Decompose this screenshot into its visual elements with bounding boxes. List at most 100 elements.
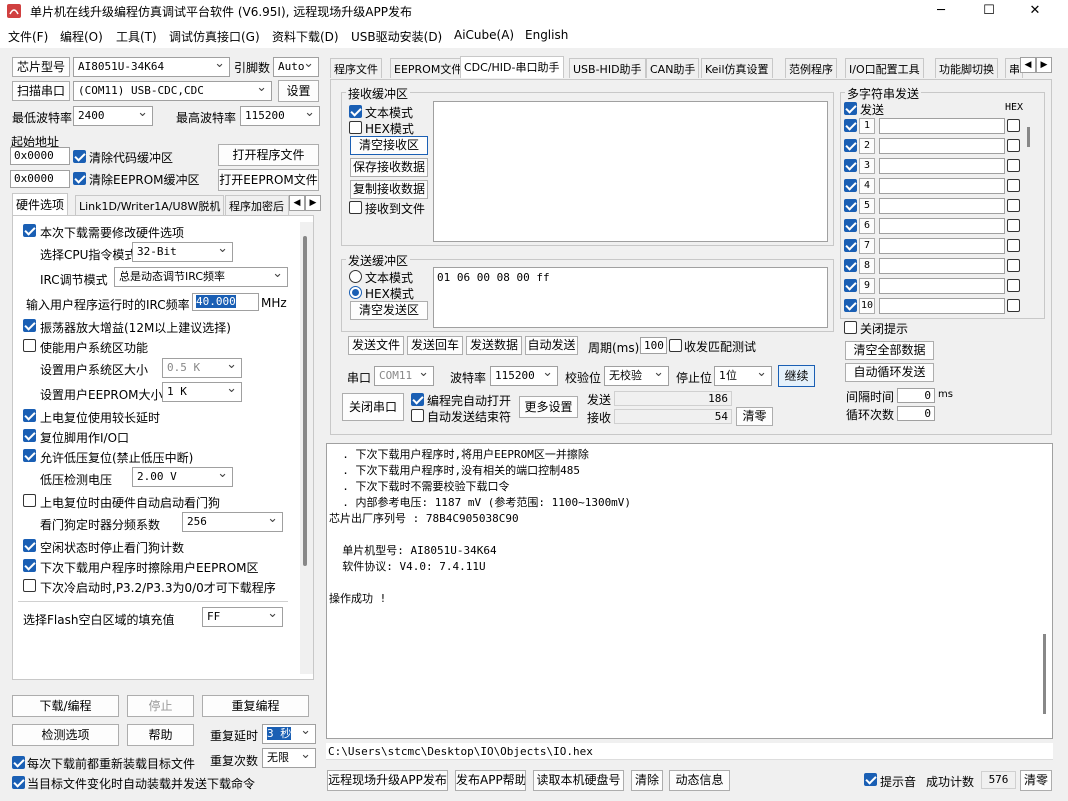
clear-recv-button[interactable]: 清空接收区 — [350, 136, 428, 155]
multi-row-send-button[interactable]: 10 — [859, 298, 875, 314]
clear-log-button[interactable]: 清除 — [631, 770, 663, 791]
minimize-button[interactable]: ─ — [918, 0, 964, 22]
parity-select[interactable]: 无校验 — [604, 366, 669, 386]
min-baud-select[interactable]: 2400 — [73, 106, 153, 126]
menu-usb[interactable]: USB驱动安装(D) — [351, 28, 442, 45]
match-test-checkbox[interactable] — [669, 339, 682, 352]
read-disk-button[interactable]: 读取本机硬盘号 — [533, 770, 624, 791]
opt-gain-checkbox[interactable] — [23, 319, 36, 332]
sys-size-select[interactable]: 0.5 K — [162, 358, 242, 378]
auto-reload-checkbox[interactable] — [12, 776, 25, 789]
close-button[interactable]: ✕ — [1012, 0, 1058, 22]
opt-erase-eeprom-checkbox[interactable] — [23, 559, 36, 572]
recv-to-file-checkbox[interactable] — [349, 201, 362, 214]
send-textarea[interactable]: 01 06 00 08 00 ff — [433, 267, 828, 328]
lvd-select[interactable]: 2.00 V — [132, 467, 233, 487]
multi-hex-checkbox[interactable] — [1007, 119, 1020, 132]
close-hint-checkbox[interactable] — [844, 321, 857, 334]
multi-string-input[interactable] — [879, 258, 1005, 274]
irc-freq-input[interactable]: 40.000 — [192, 293, 259, 311]
multi-hex-checkbox[interactable] — [1007, 199, 1020, 212]
multi-hex-checkbox[interactable] — [1007, 139, 1020, 152]
multi-row-send-button[interactable]: 1 — [859, 118, 875, 134]
auto-end-checkbox[interactable] — [411, 409, 424, 422]
multi-row-send-button[interactable]: 9 — [859, 278, 875, 294]
left-tab-prev-icon[interactable]: ◀ — [289, 195, 305, 211]
right-tab-prev-icon[interactable]: ◀ — [1020, 57, 1036, 73]
multi-row-send-button[interactable]: 8 — [859, 258, 875, 274]
multi-hex-checkbox[interactable] — [1007, 239, 1020, 252]
multi-send-checkbox[interactable] — [844, 139, 857, 152]
send-hex-mode-radio[interactable] — [349, 286, 362, 299]
send-data-button[interactable]: 发送数据 — [466, 336, 522, 355]
remote-publish-button[interactable]: 远程现场升级APP发布 — [327, 770, 448, 791]
interval-input[interactable]: 0 — [897, 388, 935, 403]
opt-resetio-checkbox[interactable] — [23, 429, 36, 442]
recv-textarea[interactable] — [433, 101, 828, 242]
beep-checkbox[interactable] — [864, 773, 877, 786]
left-tab-next-icon[interactable]: ▶ — [305, 195, 321, 211]
tab-hardware[interactable]: 硬件选项 — [12, 193, 69, 215]
tab-usb-hid[interactable]: USB-HID助手 — [569, 58, 646, 78]
opt-sysarea-checkbox[interactable] — [23, 339, 36, 352]
multi-row-send-button[interactable]: 6 — [859, 218, 875, 234]
tab-can[interactable]: CAN助手 — [646, 58, 700, 78]
multi-hex-checkbox[interactable] — [1007, 219, 1020, 232]
clear-success-button[interactable]: 清零 — [1020, 770, 1052, 791]
recv-text-mode-checkbox[interactable] — [349, 105, 362, 118]
log-scrollbar[interactable] — [1043, 634, 1046, 714]
tab-io-config[interactable]: I/O口配置工具 — [845, 58, 924, 78]
download-button[interactable]: 下载/编程 — [12, 695, 119, 717]
help-button[interactable]: 帮助 — [127, 724, 194, 746]
send-return-button[interactable]: 发送回车 — [407, 336, 463, 355]
opt-longdelay-checkbox[interactable] — [23, 409, 36, 422]
opt-coldboot-checkbox[interactable] — [23, 579, 36, 592]
code-addr-input[interactable]: 0x0000 — [10, 147, 70, 165]
multi-send-checkbox[interactable] — [844, 199, 857, 212]
opt-lvr-checkbox[interactable] — [23, 449, 36, 462]
menu-tools[interactable]: 工具(T) — [116, 28, 157, 45]
send-file-button[interactable]: 发送文件 — [348, 336, 404, 355]
multi-hex-checkbox[interactable] — [1007, 259, 1020, 272]
tab-offline[interactable]: Link1D/Writer1A/U8W脱机 — [75, 195, 225, 215]
detect-options-button[interactable]: 检测选项 — [12, 724, 119, 746]
multi-string-input[interactable] — [879, 158, 1005, 174]
chip-select[interactable]: AI8051U-34K64 — [73, 57, 230, 77]
fill-select[interactable]: FF — [202, 607, 283, 627]
multi-send-all-checkbox[interactable] — [844, 102, 857, 115]
clear-send-button[interactable]: 清空发送区 — [350, 301, 428, 320]
auto-send-button[interactable]: 自动发送 — [525, 336, 578, 355]
pins-select[interactable]: Auto — [273, 57, 319, 77]
more-settings-button[interactable]: 更多设置 — [519, 396, 578, 418]
reprogram-button[interactable]: 重复编程 — [202, 695, 309, 717]
stop-bits-select[interactable]: 1位 — [714, 366, 772, 386]
tab-eeprom-file[interactable]: EEPROM文件 — [390, 58, 467, 78]
period-input[interactable]: 100 — [640, 337, 667, 354]
tab-program-file[interactable]: 程序文件 — [330, 58, 382, 78]
wdt-select[interactable]: 256 — [182, 512, 283, 532]
multi-string-input[interactable] — [879, 138, 1005, 154]
dynamic-info-button[interactable]: 动态信息 — [669, 770, 730, 791]
reload-each-checkbox[interactable] — [12, 756, 25, 769]
multi-send-checkbox[interactable] — [844, 299, 857, 312]
multi-send-checkbox[interactable] — [844, 219, 857, 232]
clear-count-button[interactable]: 清零 — [736, 407, 773, 426]
multi-row-send-button[interactable]: 2 — [859, 138, 875, 154]
auto-loop-button[interactable]: 自动循环发送 — [845, 363, 934, 382]
tab-serial-assistant[interactable]: CDC/HID-串口助手 — [460, 56, 564, 78]
multi-row-send-button[interactable]: 7 — [859, 238, 875, 254]
multi-row-send-button[interactable]: 3 — [859, 158, 875, 174]
multi-send-checkbox[interactable] — [844, 159, 857, 172]
multi-send-checkbox[interactable] — [844, 259, 857, 272]
clear-eeprom-checkbox[interactable] — [73, 172, 86, 185]
multi-row-send-button[interactable]: 4 — [859, 178, 875, 194]
cpu-mode-select[interactable]: 32-Bit — [132, 242, 233, 262]
multi-string-input[interactable] — [879, 218, 1005, 234]
tab-pin-switch[interactable]: 功能脚切换 — [935, 58, 998, 78]
multi-hex-checkbox[interactable] — [1007, 299, 1020, 312]
repeat-delay-select[interactable]: 3 秒 — [262, 724, 316, 744]
open-program-button[interactable]: 打开程序文件 — [218, 144, 319, 166]
baud-select[interactable]: 115200 — [490, 366, 558, 386]
menu-aicube[interactable]: AiCube(A) — [454, 28, 514, 42]
multi-scrollbar[interactable] — [1027, 127, 1030, 147]
